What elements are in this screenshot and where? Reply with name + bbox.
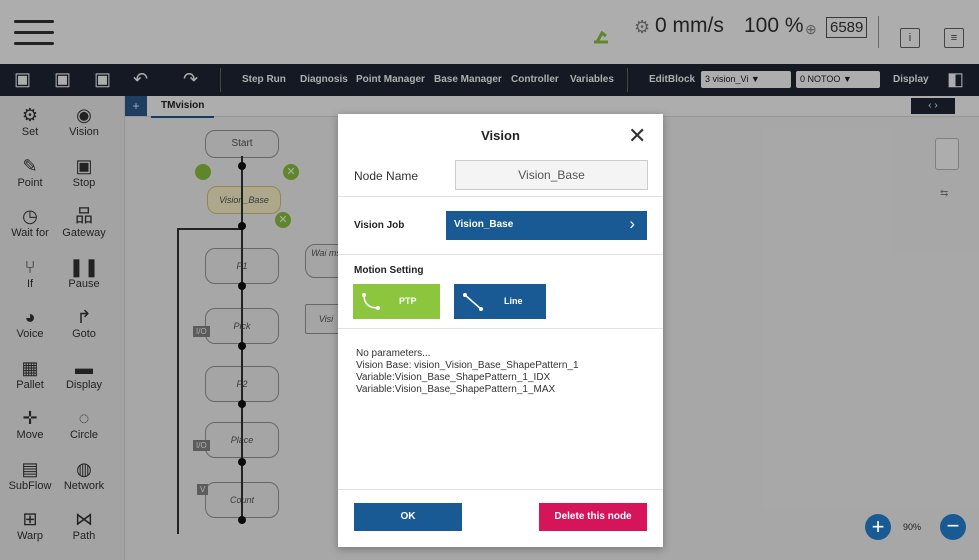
divider [338,489,663,490]
ptp-path-icon [362,293,380,310]
motion-setting-label: Motion Setting [354,265,424,276]
vision-job-value: Vision_Base [454,219,514,230]
zoom-in-icon[interactable]: + [865,514,891,540]
line-label: Line [504,296,523,306]
info-line: Variable:Vision_Base_ShapePattern_1_IDX [356,372,551,383]
info-line: Vision Base: vision_Vision_Base_ShapePat… [356,360,579,371]
vision-info-text: No parameters... Vision Base: vision_Vis… [356,348,579,396]
delete-node-button[interactable]: Delete this node [539,503,647,531]
node-name-label: Node Name [354,169,419,183]
ok-button[interactable]: OK [354,503,462,531]
vision-job-selector[interactable]: Vision_Base › [446,211,647,240]
zoom-level: 90% [903,522,922,532]
ptp-button[interactable]: PTP [353,284,440,319]
vision-dialog: Vision ✕ Node Name Vision_Base Vision Jo… [338,114,663,547]
info-line: Variable:Vision_Base_ShapePattern_1_MAX [356,384,556,395]
dialog-title: Vision [481,128,520,143]
vision-job-label: Vision Job [354,220,405,231]
ptp-label: PTP [399,296,417,306]
info-line: No parameters... [356,348,431,359]
chevron-right-icon: › [629,214,635,233]
close-icon[interactable]: ✕ [628,123,646,149]
line-button[interactable]: Line [454,284,546,319]
line-path-icon [463,293,483,311]
divider [338,196,663,197]
divider [338,328,663,329]
divider [338,254,663,255]
zoom-out-icon[interactable]: − [940,514,966,540]
node-name-field[interactable]: Vision_Base [455,160,648,190]
